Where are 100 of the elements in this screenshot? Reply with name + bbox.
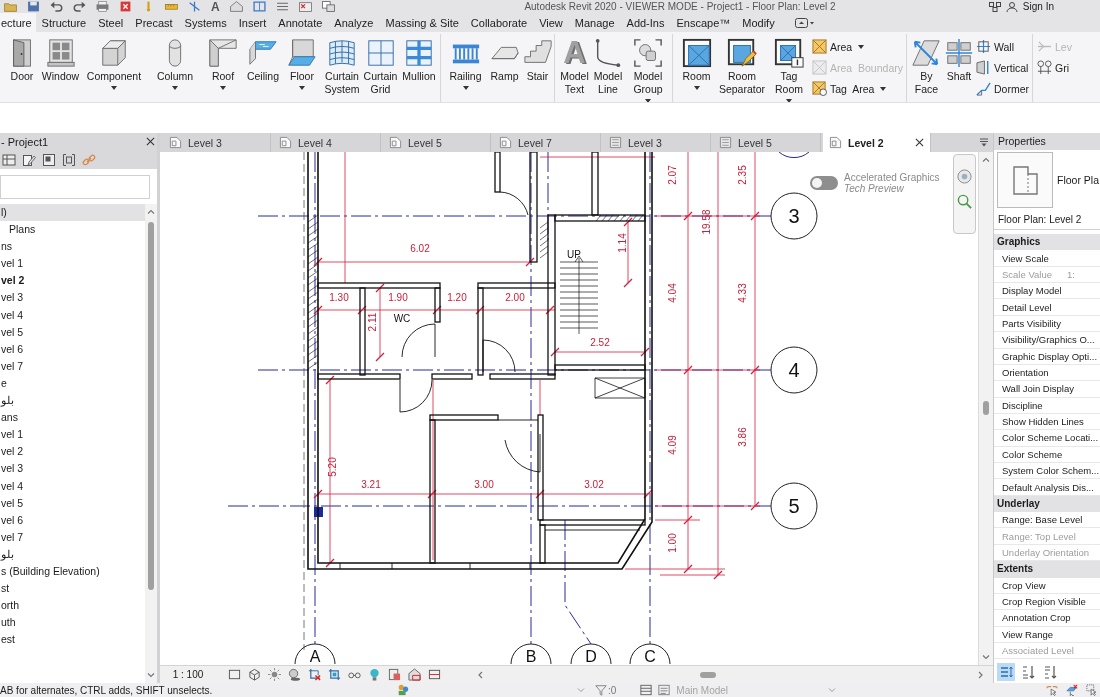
ribbon-button[interactable]: Component [80, 38, 148, 90]
grid-bubble[interactable]: B [510, 643, 552, 665]
ribbon-tab[interactable]: Manage [568, 13, 621, 32]
window-x-icon[interactable] [298, 1, 312, 12]
ribbon-tab[interactable]: Add-Ins [620, 13, 671, 32]
tree-item[interactable]: vel 3 [0, 289, 145, 307]
ribbon-button[interactable]: Window [41, 38, 80, 83]
sort-button[interactable] [997, 663, 1015, 681]
chevron-down-icon[interactable] [147, 673, 155, 678]
tree-item[interactable]: vel 6 [0, 340, 145, 358]
document-tab[interactable]: Level 2 [823, 133, 931, 152]
close-icon[interactable] [146, 137, 155, 146]
bracket-frame-icon[interactable] [62, 152, 76, 167]
ribbon-button[interactable]: Curtain System [322, 38, 362, 96]
crop-remove-icon[interactable] [308, 668, 321, 681]
ribbon-button[interactable]: Column [148, 38, 202, 90]
table-icon[interactable] [2, 152, 16, 167]
ribbon-button[interactable]: Door [3, 38, 41, 83]
ribbon-button[interactable]: Area [812, 39, 903, 54]
tree-item[interactable]: vel 2 [0, 443, 145, 461]
panel-icon[interactable] [42, 152, 56, 167]
grid-bubble[interactable]: 3 [770, 192, 818, 240]
ribbon-button[interactable]: Gri [1037, 60, 1072, 75]
frame-icon[interactable] [428, 668, 441, 681]
tree-item[interactable]: Plans [0, 221, 145, 239]
network-icon[interactable] [988, 1, 1001, 12]
grid-bubble[interactable]: C [629, 643, 671, 665]
ribbon-button[interactable]: Model Group [625, 38, 671, 102]
ribbon-tab[interactable]: Massing & Site [379, 13, 465, 32]
redo-icon[interactable] [73, 1, 86, 12]
filter-icon[interactable] [595, 684, 607, 696]
close-icon[interactable] [915, 138, 924, 147]
tree-item[interactable]: vel 4 [0, 477, 145, 495]
ribbon-button[interactable]: Room [676, 38, 717, 90]
chain-link-icon[interactable] [82, 152, 96, 167]
vertical-scrollbar[interactable] [145, 204, 157, 683]
chevron-up-icon[interactable] [982, 157, 990, 162]
lightbulb-icon[interactable] [368, 668, 381, 681]
tree-item[interactable]: vel 5 [0, 494, 145, 512]
text-tool-button[interactable]: A [211, 0, 220, 13]
ribbon-button[interactable]: Roof [202, 38, 244, 90]
search-field[interactable] [0, 175, 150, 199]
square-icon[interactable] [228, 668, 241, 681]
ribbon-tab[interactable]: ecture [0, 13, 36, 32]
tab-list-icon[interactable] [979, 138, 989, 147]
ribbon-button[interactable]: Dormer [975, 81, 1029, 96]
grid-bubble[interactable]: D [570, 643, 612, 665]
ribbon-button[interactable]: A Model Text [558, 38, 591, 96]
view-scale[interactable]: 1 : 100 [160, 666, 216, 683]
tree-item[interactable]: vel 7 [0, 528, 145, 546]
ribbon-button[interactable]: Vertical [975, 60, 1029, 75]
scrollbar-thumb[interactable] [700, 671, 716, 678]
tree-item[interactable]: vel 5 [0, 323, 145, 341]
floor-plan-icon[interactable] [997, 152, 1053, 208]
tree-item[interactable]: vel 4 [0, 306, 145, 324]
ribbon-button[interactable]: Curtain Grid [362, 38, 399, 96]
user-icon[interactable] [1005, 1, 1018, 12]
cursor-box-icon[interactable] [1086, 684, 1099, 696]
property-group-header[interactable]: Graphics [994, 234, 1100, 251]
save-icon[interactable] [27, 1, 40, 12]
undo-icon[interactable] [50, 1, 63, 12]
windows-icon[interactable] [321, 1, 335, 12]
ribbon-button[interactable]: Tag Area [812, 81, 903, 96]
tree-item[interactable]: uth [0, 614, 145, 632]
tree-item[interactable]: orth [0, 597, 145, 615]
pencil-sheet-icon[interactable] [22, 152, 36, 167]
sign-in-link[interactable]: Sign In [1022, 0, 1054, 13]
house-crop-icon[interactable] [408, 668, 421, 681]
tree-item[interactable]: st [0, 580, 145, 598]
ribbon-tab[interactable]: View [533, 13, 569, 32]
scrollbar-thumb[interactable] [983, 401, 989, 415]
ribbon-button[interactable]: By Face [909, 38, 943, 96]
tree-item[interactable]: بلو [0, 545, 145, 563]
ribbon-button[interactable]: Ramp [487, 38, 522, 83]
tree-item[interactable]: vel 2 [0, 272, 145, 290]
ribbon-tab[interactable]: Steel [92, 13, 130, 32]
crossed-lines-icon[interactable] [188, 1, 201, 12]
ribbon-toggle-icon[interactable] [794, 17, 815, 28]
grid-bubble[interactable]: 4 [770, 346, 818, 394]
cube-icon[interactable] [248, 668, 261, 681]
zoom-icon[interactable] [957, 194, 972, 209]
crop-icon[interactable] [328, 668, 341, 681]
chevron-right-icon[interactable] [978, 670, 983, 679]
table-icon[interactable] [640, 684, 653, 696]
tree-item[interactable]: s (Building Elevation) [0, 562, 145, 581]
chevron-up-icon[interactable] [147, 209, 155, 214]
ribbon-button[interactable]: Wall [975, 39, 1029, 54]
tree-item[interactable]: vel 3 [0, 460, 145, 478]
shadow-icon[interactable] [288, 668, 301, 681]
ribbon-tab[interactable]: Structure [35, 13, 93, 32]
ribbon-tab[interactable]: Analyze [328, 13, 380, 32]
ribbon-tab[interactable]: Precast [129, 13, 179, 32]
toggle-switch[interactable] [810, 176, 838, 190]
tree-item[interactable]: vel 7 [0, 357, 145, 375]
tree-item[interactable]: est [0, 631, 145, 649]
tree-item[interactable]: vel 1 [0, 255, 145, 273]
print-icon[interactable] [96, 1, 109, 12]
grid-bubble[interactable]: A [294, 643, 336, 665]
cursor-link-icon[interactable] [1046, 684, 1059, 696]
ruler-icon[interactable] [165, 1, 178, 12]
